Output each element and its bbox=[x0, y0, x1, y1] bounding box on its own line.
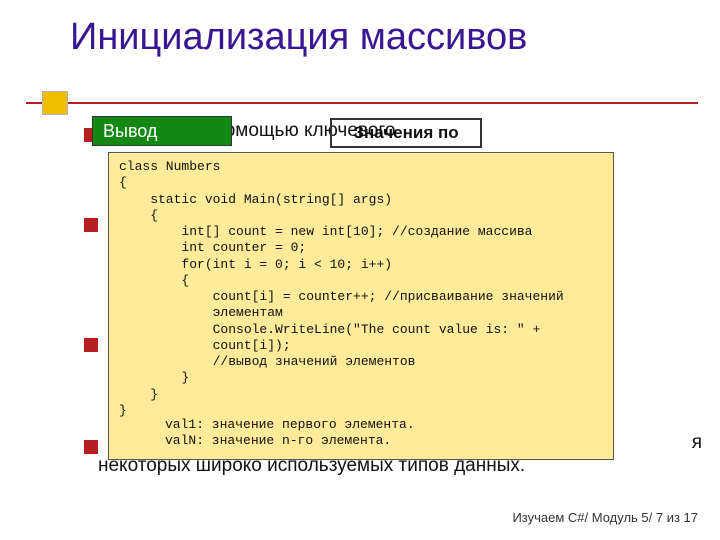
slide-title: Инициализация массивов bbox=[70, 18, 720, 58]
subtext-line: val1: значение первого элемента. bbox=[165, 417, 415, 433]
title-area: Инициализация массивов bbox=[0, 0, 720, 58]
slide-footer: Изучаем C#/ Модуль 5/ 7 из 17 bbox=[512, 510, 698, 525]
title-underline bbox=[26, 102, 698, 104]
subtext-line: valN: значение n-го элемента. bbox=[165, 433, 415, 449]
defaults-badge-label: Значения по bbox=[353, 123, 458, 143]
code-subtext: val1: значение первого элемента. valN: з… bbox=[165, 417, 415, 450]
bullet-icon bbox=[84, 440, 98, 454]
output-badge: Вывод bbox=[92, 116, 232, 146]
slide: Инициализация массивов ть создан с помощ… bbox=[0, 0, 720, 540]
defaults-badge: Значения по bbox=[330, 118, 482, 148]
bullet-icon bbox=[84, 338, 98, 352]
code-text: class Numbers { static void Main(string[… bbox=[119, 159, 603, 419]
code-block: class Numbers { static void Main(string[… bbox=[108, 152, 614, 460]
output-badge-label: Вывод bbox=[103, 121, 157, 142]
bullet-icon bbox=[84, 218, 98, 232]
title-accent-square bbox=[42, 91, 68, 115]
